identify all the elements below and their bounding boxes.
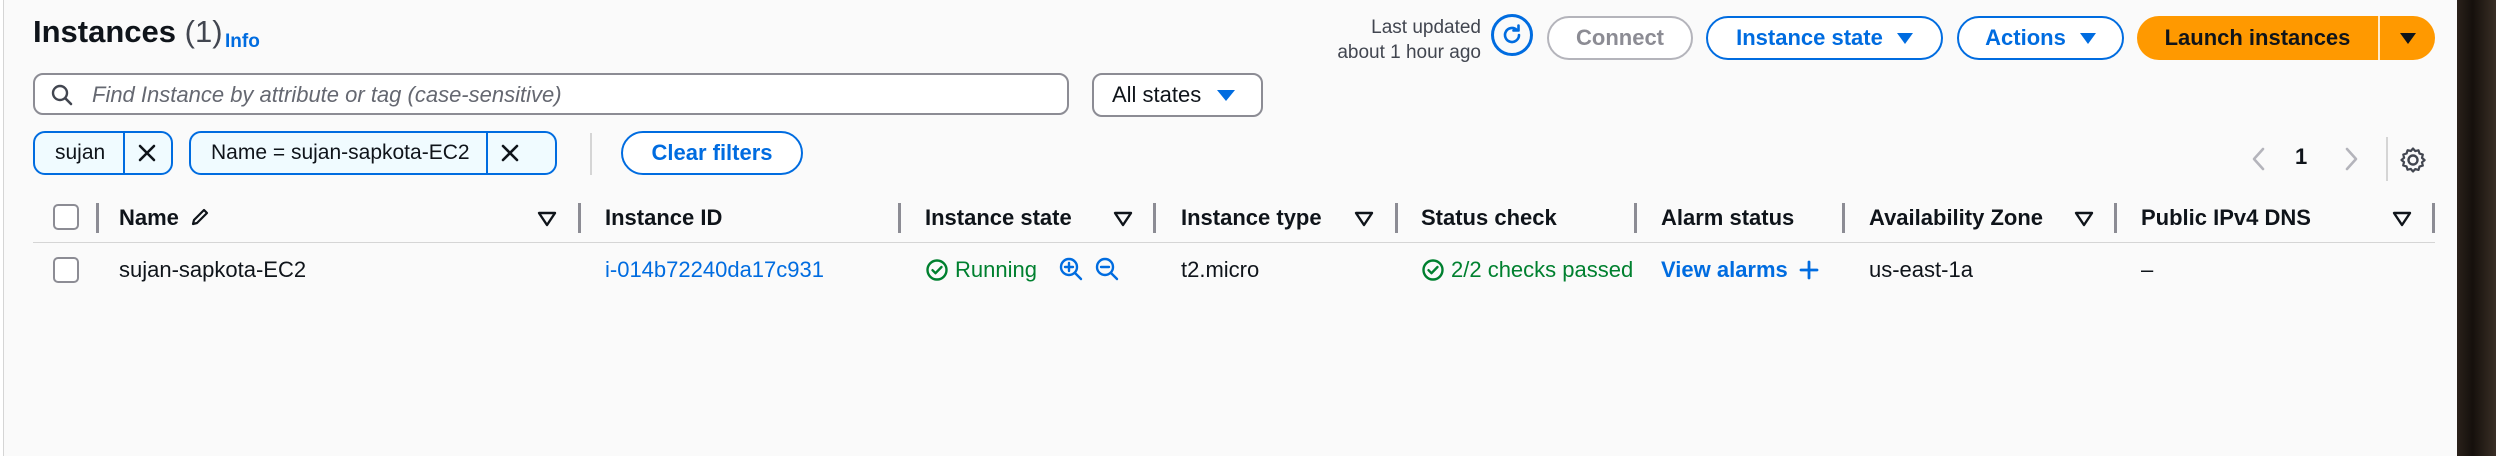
cell-availability-zone: us-east-1a <box>1869 257 1973 282</box>
check-circle-icon <box>926 259 948 281</box>
filter-token-label: sujan <box>55 141 106 164</box>
launch-options-button[interactable] <box>2380 16 2435 60</box>
view-alarms-label: View alarms <box>1661 257 1788 282</box>
states-filter-select[interactable]: All states <box>1092 73 1263 117</box>
caret-down-icon <box>1217 89 1236 101</box>
refresh-icon <box>1503 24 1521 44</box>
column-header-name[interactable]: Name <box>119 205 211 231</box>
status-check-label: 2/2 checks passed <box>1451 257 1634 282</box>
caret-down-icon <box>2399 32 2416 44</box>
cell-public-ipv4-dns: – <box>2141 257 2154 282</box>
sort-icon[interactable] <box>537 211 557 227</box>
row-checkbox[interactable] <box>53 257 79 283</box>
column-label: Name <box>119 205 179 230</box>
instances-panel: Instances (1) Info Last updated about 1 … <box>3 0 2458 456</box>
column-header-availability-zone[interactable]: Availability Zone <box>1869 205 2043 231</box>
search-icon <box>51 84 73 106</box>
title-text: Instances <box>33 14 177 49</box>
filter-token-label: Name = sujan-sapkota-EC2 <box>211 141 470 164</box>
filter-token: Name = sujan-sapkota-EC2 <box>189 131 557 175</box>
remove-filter-button[interactable] <box>123 133 169 173</box>
sort-icon[interactable] <box>2392 211 2412 227</box>
select-all-checkbox[interactable] <box>53 204 79 230</box>
sort-icon[interactable] <box>1354 211 1374 227</box>
remove-filter-button[interactable] <box>485 133 532 173</box>
zoom-in-icon[interactable] <box>1058 256 1084 282</box>
cell-status-check: 2/2 checks passed <box>1421 257 1634 283</box>
column-header-instance-state[interactable]: Instance state <box>925 205 1072 231</box>
state-label: Running <box>955 257 1037 282</box>
filter-token: sujan <box>33 131 173 175</box>
column-divider <box>898 203 901 233</box>
close-icon <box>501 144 518 162</box>
caret-down-icon <box>1896 32 1913 44</box>
refresh-button[interactable] <box>1491 14 1533 56</box>
column-divider <box>578 203 581 233</box>
column-divider <box>1634 203 1637 233</box>
close-icon <box>138 144 156 162</box>
instance-id-link[interactable]: i-014b72240da17c931 <box>605 257 824 283</box>
zoom-out-icon[interactable] <box>1094 256 1120 282</box>
chevron-right-icon[interactable] <box>2340 145 2362 173</box>
column-header-status-check[interactable]: Status check <box>1421 205 1557 231</box>
column-header-public-ipv4-dns[interactable]: Public IPv4 DNS <box>2141 205 2311 231</box>
launch-instances-button[interactable]: Launch instances <box>2137 16 2378 60</box>
column-header-instance-type[interactable]: Instance type <box>1181 205 1322 231</box>
last-updated: Last updated about 1 hour ago <box>1269 15 1481 65</box>
states-filter-value: All states <box>1112 82 1202 107</box>
column-divider <box>2114 203 2117 233</box>
clear-filters-button[interactable]: Clear filters <box>621 131 803 175</box>
pagination-divider <box>2386 137 2388 181</box>
column-header-instance-id[interactable]: Instance ID <box>605 205 722 231</box>
column-divider <box>1395 203 1398 233</box>
column-divider <box>1153 203 1156 233</box>
column-header-alarm-status[interactable]: Alarm status <box>1661 205 1794 231</box>
clear-filters-label: Clear filters <box>651 140 773 165</box>
sort-icon[interactable] <box>1113 211 1133 227</box>
edit-icon <box>191 208 209 226</box>
column-divider <box>2432 203 2435 233</box>
last-updated-label: Last updated <box>1371 17 1481 38</box>
cell-name: sujan-sapkota-EC2 <box>119 257 307 282</box>
check-circle-icon <box>1422 259 1444 281</box>
search-input[interactable] <box>90 75 1054 115</box>
actions-dropdown[interactable]: Actions <box>1957 16 2124 60</box>
filter-divider <box>590 133 592 175</box>
instance-count: (1) <box>184 14 223 49</box>
instance-state-label: Instance state <box>1736 25 1883 50</box>
page-number[interactable]: 1 <box>2295 144 2307 170</box>
connect-button[interactable]: Connect <box>1547 16 1693 60</box>
column-divider <box>1842 203 1845 233</box>
last-updated-value: about 1 hour ago <box>1337 42 1481 63</box>
column-divider <box>96 203 99 233</box>
cell-instance-state: Running <box>925 257 1037 283</box>
instance-state-dropdown[interactable]: Instance state <box>1706 16 1943 60</box>
view-alarms-link[interactable]: View alarms <box>1661 257 1820 283</box>
connect-label: Connect <box>1576 25 1664 50</box>
cell-instance-type: t2.micro <box>1181 257 1260 282</box>
actions-label: Actions <box>1985 25 2066 50</box>
caret-down-icon <box>2079 32 2096 44</box>
page-title: Instances (1) <box>33 14 223 50</box>
info-link[interactable]: Info <box>225 31 260 53</box>
sort-icon[interactable] <box>2074 211 2094 227</box>
plus-icon <box>1799 260 1819 280</box>
header-divider <box>33 242 2435 243</box>
settings-icon[interactable] <box>2398 145 2428 175</box>
chevron-left-icon[interactable] <box>2248 145 2270 173</box>
window-edge <box>2457 0 2496 456</box>
